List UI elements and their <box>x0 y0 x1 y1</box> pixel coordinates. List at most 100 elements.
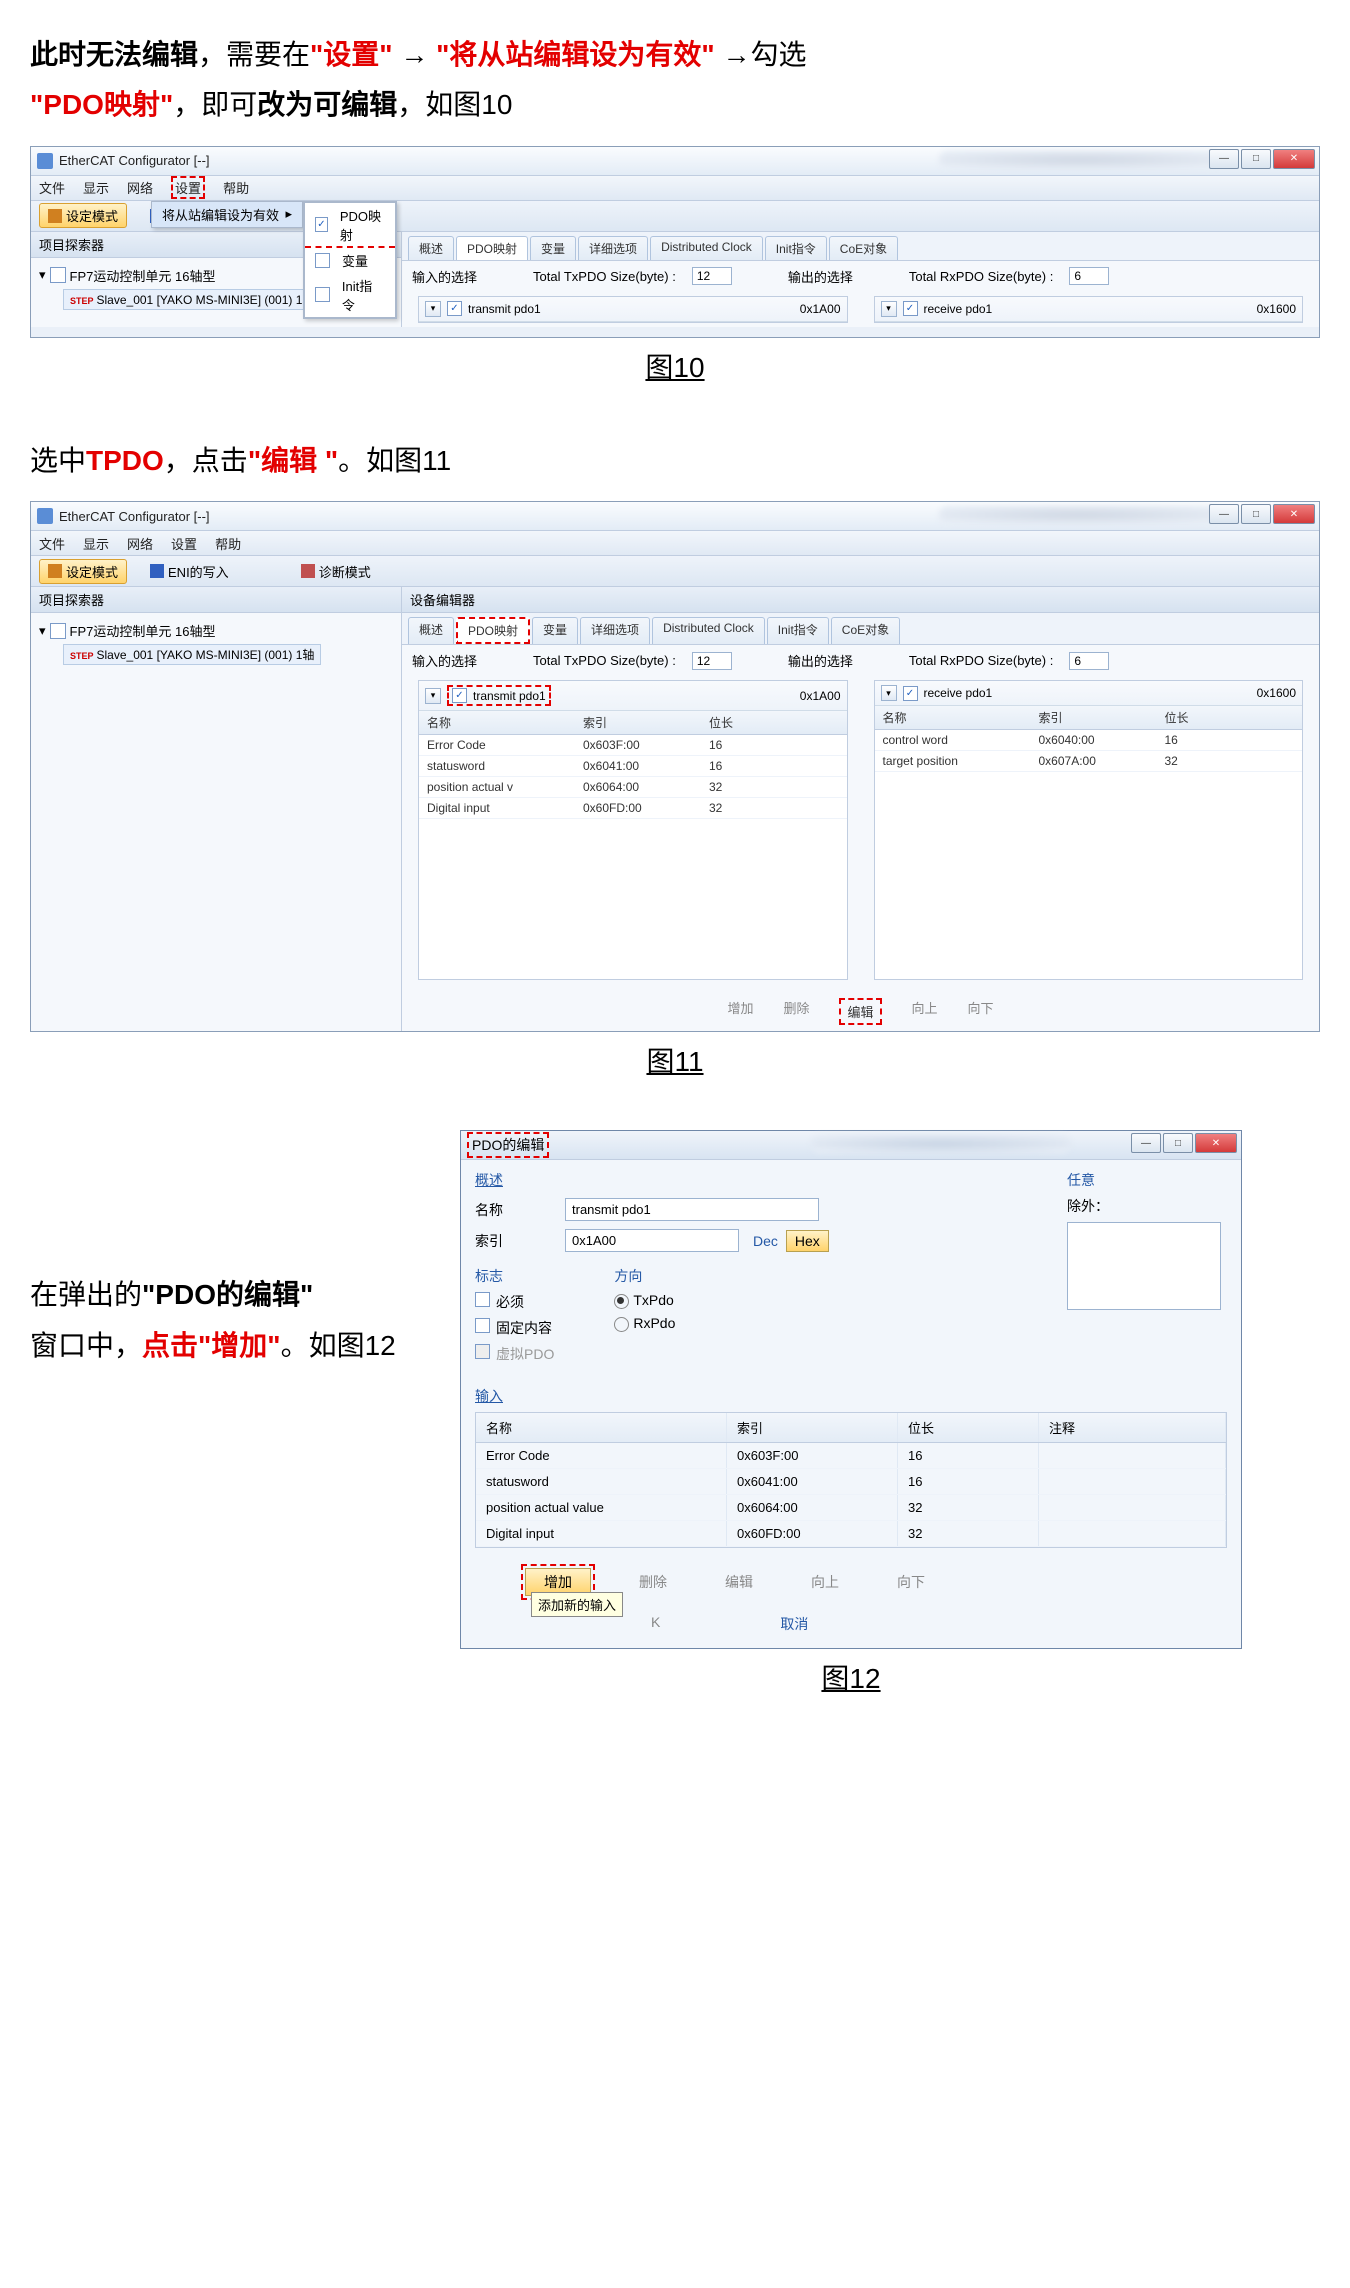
index-input[interactable]: 0x1A00 <box>565 1229 739 1252</box>
tab-pdo[interactable]: PDO映射 <box>456 236 528 260</box>
expand-icon[interactable]: ▾ <box>881 685 897 701</box>
tooltip: 添加新的输入 <box>531 1592 623 1617</box>
expand-icon[interactable]: ▾ <box>425 301 441 317</box>
diag-button[interactable]: 诊断模式 <box>292 559 380 584</box>
tabs: 概述 PDO映射 变量 详细选项 Distributed Clock Init指… <box>402 613 1319 644</box>
expand-icon[interactable]: ▾ <box>425 688 441 704</box>
menu-file[interactable]: 文件 <box>39 178 65 197</box>
checkbox-icon <box>315 253 330 268</box>
close-button[interactable]: ✕ <box>1195 1133 1237 1153</box>
tab-dc[interactable]: Distributed Clock <box>652 617 765 644</box>
opt-pdo[interactable]: ✓PDO映射 <box>305 203 395 247</box>
checkbox-icon[interactable] <box>475 1292 490 1307</box>
maximize-button[interactable]: □ <box>1241 504 1271 524</box>
radio-rxpdo[interactable] <box>614 1317 629 1332</box>
table-row[interactable]: Error Code0x603F:0016 <box>476 1443 1226 1469</box>
table-row[interactable]: position actual value0x6064:0032 <box>476 1495 1226 1521</box>
mode-button[interactable]: 设定模式 <box>39 559 127 584</box>
pdo-edit-window: PDO的编辑 — □ ✕ 概述 名称transmit pdo1 索引0x1A00… <box>460 1130 1242 1649</box>
down-button[interactable]: 向下 <box>883 1569 939 1595</box>
tab-var[interactable]: 变量 <box>530 236 576 260</box>
checkbox-icon[interactable] <box>475 1318 490 1333</box>
minimize-button[interactable]: — <box>1209 504 1239 524</box>
checkbox-icon[interactable]: ✓ <box>903 301 918 316</box>
minimize-button[interactable]: — <box>1209 149 1239 169</box>
opt-var[interactable]: 变量 <box>305 246 395 273</box>
tab-var[interactable]: 变量 <box>532 617 578 644</box>
submenu-enable-edit[interactable]: 将从站编辑设为有效▸ <box>152 202 302 227</box>
tab-overview[interactable]: 概述 <box>408 236 454 260</box>
table-row[interactable]: target position0x607A:0032 <box>875 751 1303 772</box>
table-row[interactable]: statusword0x6041:0016 <box>419 756 847 777</box>
app-icon <box>37 508 53 524</box>
txsize-input[interactable]: 12 <box>692 267 732 285</box>
rpdo-panel: ▾✓receive pdo10x1600 <box>874 296 1304 323</box>
rxsize-input[interactable]: 6 <box>1069 267 1109 285</box>
table-row[interactable]: control word0x6040:0016 <box>875 730 1303 751</box>
ok-button[interactable]: K <box>651 1614 660 1634</box>
tab-detail[interactable]: 详细选项 <box>580 617 650 644</box>
tree-slave[interactable]: STEPSlave_001 [YAKO MS-MINI3E] (001) 1轴 <box>63 644 321 665</box>
down-button[interactable]: 向下 <box>968 998 994 1025</box>
except-list[interactable] <box>1067 1222 1221 1310</box>
tab-overview[interactable]: 概述 <box>408 617 454 644</box>
instruction-2: 选中TPDO，点击"编辑 "。如图11 <box>30 436 1320 486</box>
section-input: 输入 <box>475 1386 1227 1406</box>
tab-coe[interactable]: CoE对象 <box>831 617 900 644</box>
tree-root[interactable]: ▾ FP7运动控制单元 16轴型 <box>39 619 393 642</box>
checkbox-icon[interactable]: ✓ <box>903 686 918 701</box>
tree-slave[interactable]: STEPSlave_001 [YAKO MS-MINI3E] (001) 1轴 <box>63 289 321 310</box>
menu-network[interactable]: 网络 <box>127 534 153 553</box>
menubar: 文件 显示 网络 设置 帮助 <box>31 176 1319 201</box>
table-row[interactable]: position actual v0x6064:0032 <box>419 777 847 798</box>
expand-icon[interactable]: ▾ <box>881 301 897 317</box>
delete-button[interactable]: 删除 <box>783 998 809 1025</box>
menu-file[interactable]: 文件 <box>39 534 65 553</box>
tpdo-panel: ▾✓transmit pdo10x1A00 <box>418 296 848 323</box>
checkbox-icon[interactable]: ✓ <box>452 688 467 703</box>
menu-view[interactable]: 显示 <box>83 534 109 553</box>
up-button[interactable]: 向上 <box>797 1569 853 1595</box>
table-row[interactable]: Digital input0x60FD:0032 <box>476 1521 1226 1547</box>
menu-view[interactable]: 显示 <box>83 178 109 197</box>
close-button[interactable]: ✕ <box>1273 149 1315 169</box>
txsize-input[interactable]: 12 <box>692 652 732 670</box>
add-button[interactable]: 增加 <box>727 998 753 1025</box>
cancel-button[interactable]: 取消 <box>780 1614 808 1634</box>
up-button[interactable]: 向上 <box>912 998 938 1025</box>
menu-network[interactable]: 网络 <box>127 178 153 197</box>
tab-init[interactable]: Init指令 <box>765 236 827 260</box>
edit-button[interactable]: 编辑 <box>711 1569 767 1595</box>
rxsize-input[interactable]: 6 <box>1069 652 1109 670</box>
window-title: EtherCAT Configurator [--] <box>59 153 210 168</box>
tab-detail[interactable]: 详细选项 <box>578 236 648 260</box>
hex-button[interactable]: Hex <box>786 1230 829 1252</box>
opt-init[interactable]: Init指令 <box>305 273 395 317</box>
delete-button[interactable]: 删除 <box>625 1569 681 1595</box>
tpdo-panel: ▾✓transmit pdo10x1A00 名称索引位长 Error Code0… <box>418 680 848 980</box>
name-input[interactable]: transmit pdo1 <box>565 1198 819 1221</box>
minimize-button[interactable]: — <box>1131 1133 1161 1153</box>
maximize-button[interactable]: □ <box>1163 1133 1193 1153</box>
close-button[interactable]: ✕ <box>1273 504 1315 524</box>
table-row[interactable]: Digital input0x60FD:0032 <box>419 798 847 819</box>
table-row[interactable]: Error Code0x603F:0016 <box>419 735 847 756</box>
maximize-button[interactable]: □ <box>1241 149 1271 169</box>
tab-pdo[interactable]: PDO映射 <box>456 617 530 644</box>
menu-help[interactable]: 帮助 <box>223 178 249 197</box>
eni-button[interactable]: ENI的写入 <box>141 559 238 584</box>
app-icon <box>37 153 53 169</box>
radio-txpdo[interactable] <box>614 1294 629 1309</box>
tab-coe[interactable]: CoE对象 <box>829 236 898 260</box>
edit-button[interactable]: 编辑 <box>839 998 881 1025</box>
menu-help[interactable]: 帮助 <box>215 534 241 553</box>
mode-button[interactable]: 设定模式 <box>39 203 127 228</box>
table-row[interactable]: statusword0x6041:0016 <box>476 1469 1226 1495</box>
dec-button[interactable]: Dec <box>753 1233 778 1249</box>
tab-dc[interactable]: Distributed Clock <box>650 236 763 260</box>
checkbox-icon[interactable]: ✓ <box>447 301 462 316</box>
menu-settings[interactable]: 设置 <box>171 534 197 553</box>
menu-settings[interactable]: 设置 <box>171 176 205 199</box>
tab-init[interactable]: Init指令 <box>767 617 829 644</box>
input-table: 名称索引位长注释 Error Code0x603F:0016 statuswor… <box>475 1412 1227 1548</box>
